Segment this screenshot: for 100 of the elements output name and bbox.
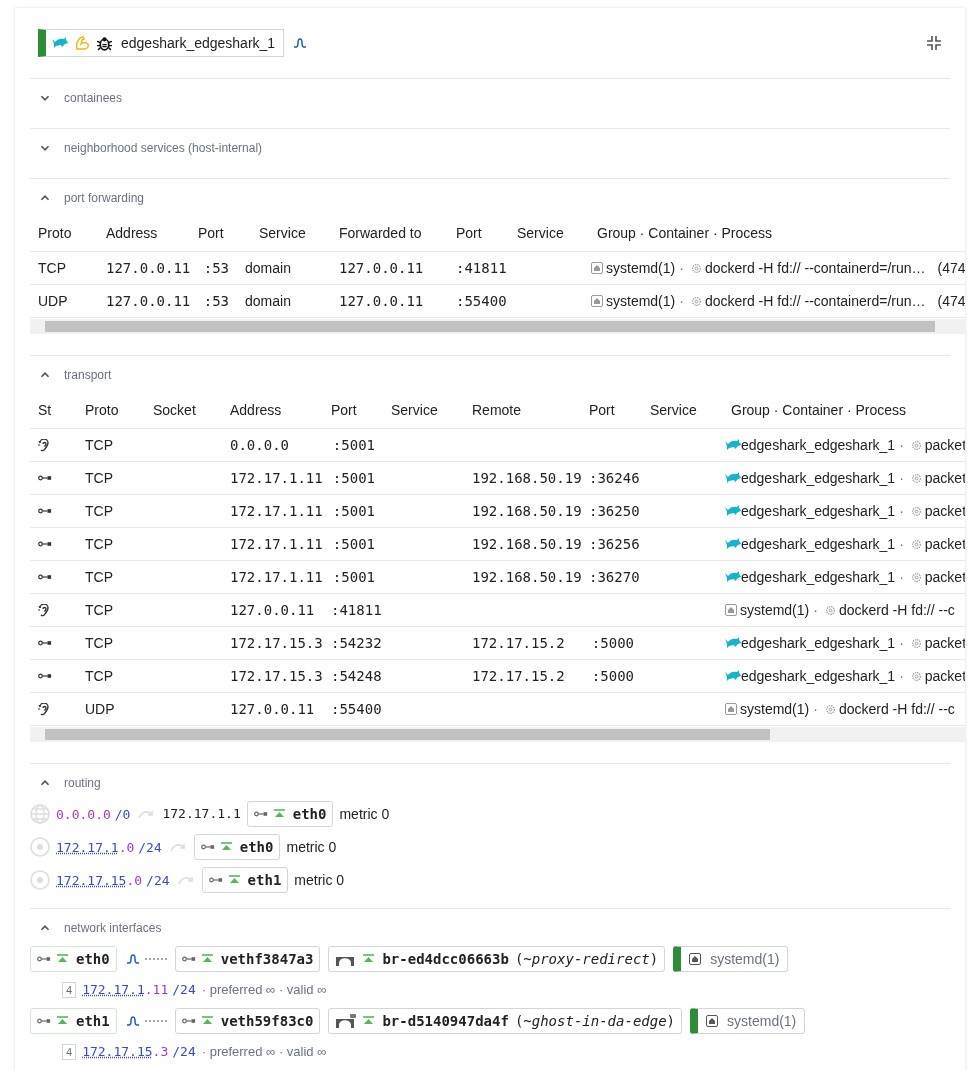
separator-dot: · — [813, 699, 818, 719]
column-header: Service — [516, 224, 565, 243]
interface-badge[interactable]: eth0 — [246, 801, 334, 827]
owner-badge[interactable]: systemd(1) — [673, 946, 789, 972]
table-cell-text: :36256 — [588, 534, 641, 554]
group-name[interactable]: edgeshark_edgeshark_1 — [741, 467, 896, 489]
process-name[interactable]: dockerd -H fd:// --c — [838, 698, 955, 720]
bridge-badge[interactable]: br-d5140947da4f (~ghost-in-da-edge) — [328, 1008, 683, 1034]
table-cell-text: :55400 — [330, 699, 383, 719]
group-name[interactable]: edgeshark_edgeshark_1 — [741, 566, 896, 588]
gear-icon — [910, 637, 922, 649]
process-name[interactable]: dockerd -H fd:// --containerd=/run… — [704, 257, 926, 279]
table-cell-text: 127.0.0.11 — [229, 600, 316, 620]
gear-icon — [910, 472, 922, 484]
section-title[interactable]: transport — [64, 366, 112, 384]
gear-icon — [910, 670, 922, 682]
up-icon — [363, 954, 375, 964]
ethernet-icon — [200, 843, 215, 851]
column-header: Service — [649, 401, 698, 420]
group-name[interactable]: edgeshark_edgeshark_1 — [741, 665, 896, 687]
section-title[interactable]: neighborhood services (host-internal) — [64, 139, 263, 157]
route-arrow-icon — [138, 809, 155, 819]
table-cell-text: 172.17.15.3 — [229, 633, 323, 653]
house-icon — [706, 1015, 719, 1027]
separator-dot: · — [899, 468, 904, 488]
group-name[interactable]: systemd(1) — [740, 599, 810, 621]
prefix-length: /0 — [114, 807, 131, 822]
prefix-length: /24 — [172, 982, 196, 998]
table-cell-text: :36246 — [588, 468, 641, 488]
group-name[interactable]: edgeshark_edgeshark_1 — [741, 533, 896, 555]
group-name[interactable]: edgeshark_edgeshark_1 — [741, 632, 896, 654]
network-address[interactable]: 172.17.15 — [82, 1044, 153, 1060]
gear-icon — [910, 538, 922, 550]
table-cell-text: :54248 — [330, 666, 383, 686]
collapse-icon[interactable] — [926, 35, 942, 51]
table-cell-text: TCP — [84, 501, 114, 521]
interface-badge[interactable]: eth1 — [30, 1008, 117, 1034]
table-cell-text: 172.17.1.11 — [229, 534, 323, 554]
link-icon[interactable] — [126, 1016, 139, 1026]
table-cell-text: :41811 — [455, 258, 508, 278]
table-cell-text: :36270 — [588, 567, 641, 587]
process-id: (474 — [937, 291, 965, 311]
section-title[interactable]: containees — [64, 89, 123, 107]
column-header: Service — [258, 224, 307, 243]
section-title[interactable]: port forwarding — [64, 189, 145, 207]
table-cell-text: 127.0.0.11 — [338, 258, 425, 278]
route-metric: metric 0 — [339, 804, 390, 824]
connection-icon — [38, 573, 52, 581]
interface-badge[interactable]: veth59f83c0 — [174, 1008, 321, 1034]
up-icon — [57, 954, 68, 964]
table-cell-text: domain — [244, 291, 292, 311]
separator-dot: · — [899, 501, 904, 521]
section-title[interactable]: network interfaces — [64, 919, 162, 937]
table-cell-text: :5001 — [331, 435, 376, 455]
network-address[interactable]: 172.17.15 — [56, 873, 127, 888]
target-icon — [30, 837, 50, 857]
ethernet-icon — [37, 1017, 51, 1025]
horizontal-scrollbar[interactable] — [30, 319, 965, 334]
group-name[interactable]: edgeshark_edgeshark_1 — [741, 434, 896, 456]
table-cell-text: 192.168.50.19 — [471, 468, 581, 488]
interface-badge[interactable]: eth0 — [30, 946, 117, 972]
host-address: .11 — [144, 982, 169, 998]
table-cell-text: 172.17.1.11 — [229, 468, 323, 488]
horizontal-scrollbar[interactable] — [30, 727, 965, 742]
table-cell-text: TCP — [84, 666, 114, 686]
separator-dot: · — [679, 291, 684, 311]
group-name[interactable]: edgeshark_edgeshark_1 — [741, 500, 896, 522]
interface-badge[interactable]: vethf3847a3 — [174, 946, 321, 972]
host-address: .3 — [152, 1044, 169, 1060]
table-cell-text: :54232 — [330, 633, 383, 653]
interface-badge[interactable]: eth1 — [201, 867, 289, 893]
group-name[interactable]: systemd(1) — [740, 698, 810, 720]
column-header: Forwarded to — [338, 224, 423, 243]
table-cell-text: 127.0.0.11 — [105, 258, 190, 278]
process-name[interactable]: dockerd -H fd:// --c — [838, 599, 955, 621]
section-title[interactable]: routing — [64, 774, 101, 792]
table-cell-text: :5000 — [590, 633, 635, 653]
table-cell-text: :53 — [202, 258, 230, 278]
separator-dot: · — [899, 666, 904, 686]
column-header: Socket — [152, 401, 197, 420]
table-cell-text: :53 — [202, 291, 230, 311]
separator-dot: · — [899, 633, 904, 653]
group-name[interactable]: systemd(1) — [606, 290, 676, 312]
host-address: .0 — [126, 873, 143, 888]
ethernet-icon — [253, 810, 268, 818]
table-cell-text: 127.0.0.11 — [338, 291, 425, 311]
table-cell-text: TCP — [84, 534, 114, 554]
bridge-badge[interactable]: br-ed4dcc06663b (~proxy-redirect) — [328, 946, 666, 972]
house-icon — [591, 262, 603, 274]
link-icon[interactable] — [294, 38, 307, 48]
group-name[interactable]: systemd(1) — [606, 257, 676, 279]
interface-badge[interactable]: eth0 — [193, 834, 281, 860]
process-name[interactable]: dockerd -H fd:// --containerd=/run… — [704, 290, 926, 312]
route-metric: metric 0 — [286, 837, 337, 857]
link-icon[interactable] — [126, 954, 139, 964]
container-badge[interactable]: edgeshark_edgeshark_1 — [38, 29, 285, 57]
network-address[interactable]: 172.17.1 — [82, 982, 145, 998]
column-header: Proto — [84, 401, 120, 420]
owner-badge[interactable]: systemd(1) — [690, 1008, 806, 1034]
network-address[interactable]: 172.17.1 — [56, 840, 119, 855]
